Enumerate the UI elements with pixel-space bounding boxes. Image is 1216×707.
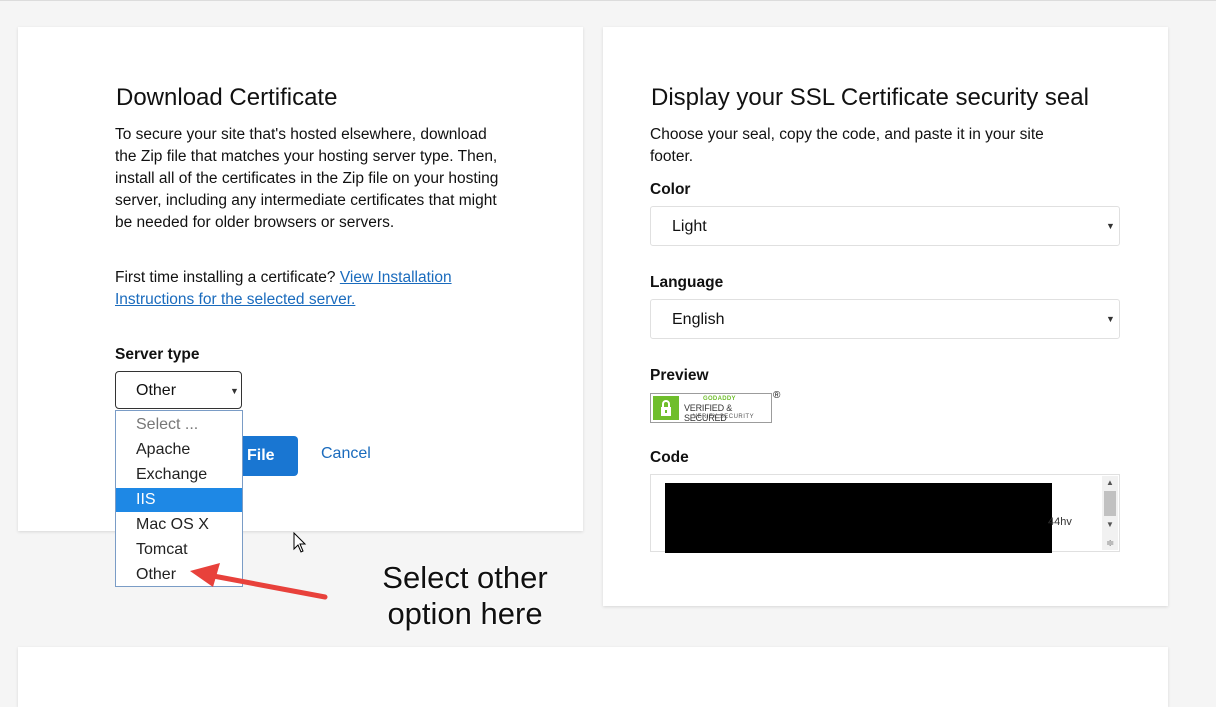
option-select[interactable]: Select ...: [116, 413, 242, 437]
scroll-down-icon[interactable]: ▼: [1106, 520, 1114, 529]
color-value: Light: [672, 218, 707, 235]
download-title: Download Certificate: [116, 84, 338, 111]
language-select[interactable]: English ▼: [650, 299, 1120, 339]
option-mac-os-x[interactable]: Mac OS X: [116, 513, 242, 537]
chevron-down-icon: ▼: [230, 386, 239, 396]
registered-mark: ®: [773, 390, 781, 401]
server-type-label: Server type: [115, 346, 200, 363]
first-time-label: First time installing a certificate?: [115, 269, 336, 286]
seal-verify-text: VERIFY SECURITY: [693, 414, 755, 420]
language-label: Language: [650, 274, 724, 291]
color-label: Color: [650, 181, 691, 198]
code-label: Code: [650, 449, 689, 466]
security-seal-preview: GODADDY VERIFIED & SECURED VERIFY SECURI…: [650, 393, 772, 423]
download-zip-file-button[interactable]: File: [242, 436, 298, 476]
server-type-value: Other: [136, 382, 177, 399]
seal-brand: GODADDY: [703, 396, 736, 402]
seal-verified-text: VERIFIED & SECURED: [684, 403, 733, 423]
scrollbar-thumb[interactable]: [1104, 491, 1116, 516]
resize-grip-icon[interactable]: ≑: [1106, 538, 1114, 549]
language-value: English: [672, 311, 725, 328]
download-description: To secure your site that's hosted elsewh…: [115, 126, 499, 231]
option-exchange[interactable]: Exchange: [116, 463, 242, 487]
chevron-down-icon: ▼: [1106, 314, 1115, 324]
download-button-label: File: [247, 447, 275, 464]
option-iis[interactable]: IIS: [116, 488, 242, 512]
lock-icon: [653, 396, 679, 420]
option-apache[interactable]: Apache: [116, 438, 242, 462]
preview-label: Preview: [650, 367, 709, 384]
chevron-down-icon: ▼: [1106, 221, 1115, 231]
annotation-arrow-icon: [190, 563, 328, 600]
seal-title: Display your SSL Certificate security se…: [651, 84, 1089, 111]
color-select[interactable]: Light ▼: [650, 206, 1120, 246]
annotation-line-2: option here: [387, 596, 543, 631]
cancel-link[interactable]: Cancel: [321, 445, 371, 463]
server-type-select[interactable]: Other ▼: [115, 371, 242, 409]
top-divider: [0, 0, 1216, 1]
annotation-line-1: Select other: [382, 560, 548, 595]
scroll-up-icon[interactable]: ▲: [1106, 478, 1114, 487]
code-visible-text: 44hv: [1048, 516, 1072, 528]
annotation-text: Select other option here: [360, 560, 570, 632]
first-time-text: First time installing a certificate? Vie…: [115, 267, 500, 311]
redacted-code: [665, 483, 1052, 553]
bottom-card: [18, 647, 1168, 707]
mouse-cursor-icon: [293, 532, 307, 553]
seal-description: Choose your seal, copy the code, and pas…: [650, 126, 1044, 165]
